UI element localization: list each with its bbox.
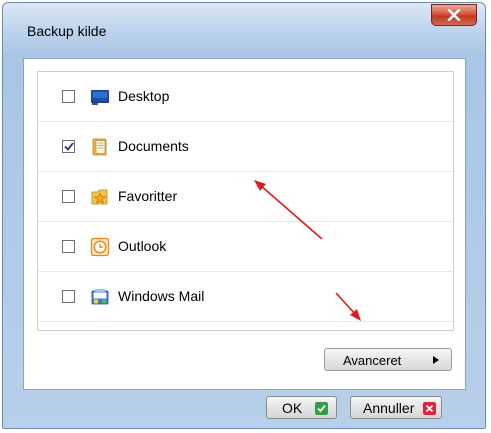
- windows-mail-icon: [91, 289, 109, 305]
- close-icon: [423, 402, 436, 415]
- arrow-right-icon: [433, 356, 439, 364]
- list-item[interactable]: Favoritter: [38, 172, 453, 222]
- check-icon: [315, 402, 328, 415]
- favorites-folder-icon: [91, 189, 108, 205]
- checkbox-desktop[interactable]: [62, 90, 75, 103]
- cancel-button-label: Annuller: [363, 400, 415, 416]
- title-bar[interactable]: Backup kilde: [3, 3, 485, 57]
- source-label-outlook: Outlook: [118, 238, 167, 254]
- checkbox-outlook[interactable]: [62, 240, 75, 253]
- outlook-icon: [90, 237, 110, 257]
- source-label-favoritter: Favoritter: [118, 188, 178, 204]
- content-panel: Desktop Documents Favoritter Outlook Win…: [23, 58, 466, 390]
- list-item[interactable]: Documents: [38, 122, 453, 172]
- ok-button-label: OK: [282, 400, 303, 416]
- source-list: Desktop Documents Favoritter Outlook Win…: [37, 71, 454, 331]
- list-item[interactable]: Windows Mail: [38, 272, 453, 322]
- source-label-windows-mail: Windows Mail: [118, 288, 205, 304]
- checkbox-documents[interactable]: [62, 140, 75, 153]
- list-item[interactable]: Desktop: [38, 72, 453, 122]
- list-item[interactable]: Outlook: [38, 222, 453, 272]
- checkmark-icon: [63, 142, 74, 151]
- cancel-button[interactable]: Annuller: [350, 396, 442, 419]
- ok-button[interactable]: OK: [266, 396, 337, 419]
- source-label-desktop: Desktop: [118, 88, 170, 104]
- advanced-button[interactable]: Avanceret: [324, 348, 452, 371]
- documents-folder-icon: [92, 138, 107, 156]
- source-label-documents: Documents: [118, 138, 189, 154]
- checkbox-favoritter[interactable]: [62, 190, 75, 203]
- checkbox-windows-mail[interactable]: [62, 290, 75, 303]
- close-button[interactable]: [431, 4, 477, 26]
- dialog-title: Backup kilde: [27, 23, 107, 39]
- desktop-icon: [91, 90, 109, 105]
- close-icon: [447, 9, 461, 21]
- backup-source-dialog: Backup kilde Desktop Documents Favoritte…: [2, 2, 486, 429]
- advanced-button-label: Avanceret: [343, 353, 402, 368]
